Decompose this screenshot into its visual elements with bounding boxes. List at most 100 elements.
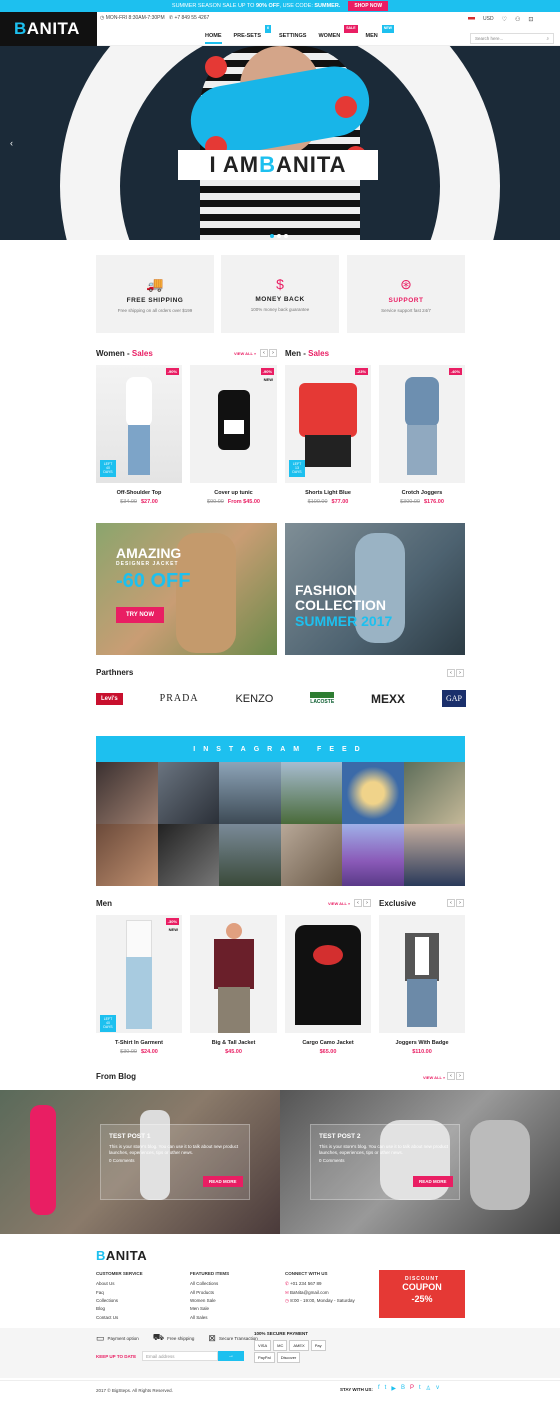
instagram-photo[interactable] xyxy=(342,762,404,824)
newsletter-email-input[interactable]: Email address xyxy=(142,1351,218,1361)
snapchat-icon[interactable]: ♙ xyxy=(426,1385,431,1392)
nav-settings[interactable]: SETTINGS xyxy=(279,33,307,44)
vimeo-icon[interactable]: v xyxy=(436,1385,439,1392)
product-image[interactable]: -40% xyxy=(379,365,465,483)
nav-men[interactable]: MENNEW xyxy=(366,25,394,44)
product-name[interactable]: Big & Tall Jacket xyxy=(190,1040,277,1046)
product-image[interactable] xyxy=(379,915,465,1033)
carousel-arrows[interactable]: ‹ › xyxy=(260,349,277,357)
product-image[interactable] xyxy=(285,915,371,1033)
footer-link[interactable]: About Us xyxy=(96,1280,143,1288)
footer-email[interactable]: BaNita@gmail.com xyxy=(290,1290,329,1295)
instagram-photo[interactable] xyxy=(403,824,465,886)
instagram-photo[interactable] xyxy=(157,762,219,824)
product-name[interactable]: Shorts Light Blue xyxy=(285,490,371,496)
next-arrow-icon[interactable]: › xyxy=(456,669,464,677)
view-all-link[interactable]: VIEW ALL » xyxy=(423,1075,445,1080)
next-arrow-icon[interactable]: › xyxy=(269,349,277,357)
prev-arrow-icon[interactable]: ‹ xyxy=(447,899,455,907)
blog-post-title[interactable]: TEST POST 2 xyxy=(319,1133,451,1140)
carousel-arrows[interactable]: ‹ › xyxy=(447,899,464,907)
currency-select[interactable]: USD xyxy=(483,16,494,23)
instagram-photo[interactable] xyxy=(157,824,219,886)
try-now-button[interactable]: TRY NOW xyxy=(116,607,164,623)
footer-link[interactable]: Women Sale xyxy=(190,1297,229,1305)
product-image[interactable]: -23% LEFT 13 DAYS xyxy=(285,365,371,483)
hero-slider[interactable]: ‹ xyxy=(0,46,560,240)
read-more-button[interactable]: READ MORE xyxy=(203,1176,243,1187)
instagram-photo[interactable] xyxy=(403,762,465,824)
product-image[interactable]: -30% NEW LEFT 40 DAYS xyxy=(96,915,182,1033)
instagram-photo[interactable] xyxy=(219,824,281,886)
behance-icon[interactable]: B xyxy=(401,1385,405,1392)
next-arrow-icon[interactable]: › xyxy=(456,899,464,907)
footer-link[interactable]: All Sales xyxy=(190,1314,229,1322)
youtube-icon[interactable]: ▶ xyxy=(391,1385,396,1392)
prev-arrow-icon[interactable]: ‹ xyxy=(447,669,455,677)
instagram-photo[interactable] xyxy=(280,824,342,886)
product-name[interactable]: Cover up tunic xyxy=(190,490,277,496)
instagram-photo[interactable] xyxy=(280,762,342,824)
view-all-link[interactable]: VIEW ALL » xyxy=(328,901,350,906)
search-icon[interactable]: ⌕ xyxy=(546,36,549,41)
footer-link[interactable]: Blog xyxy=(96,1305,143,1313)
blog-comments[interactable]: 0 Comments xyxy=(319,1158,451,1164)
lacoste-logo[interactable]: LACOSTE xyxy=(310,692,335,705)
logo[interactable]: B ANITA xyxy=(0,12,97,46)
mexx-logo[interactable]: MEXX xyxy=(371,692,405,706)
promo-banner-jacket[interactable]: AMAZING DESIGNER JACKET -60 OFF TRY NOW xyxy=(96,523,277,655)
slider-dots[interactable] xyxy=(270,234,288,238)
prev-arrow-icon[interactable]: ‹ xyxy=(354,899,362,907)
twitter-icon[interactable]: t xyxy=(385,1385,387,1392)
next-arrow-icon[interactable]: › xyxy=(456,1072,464,1080)
prev-arrow-icon[interactable]: ‹ xyxy=(447,1072,455,1080)
read-more-button[interactable]: READ MORE xyxy=(413,1176,453,1187)
cart-icon[interactable]: ⊡ xyxy=(528,16,533,23)
heart-icon[interactable]: ♡ xyxy=(502,16,507,23)
shop-now-button[interactable]: SHOP NOW xyxy=(348,1,389,11)
newsletter-submit-button[interactable]: → xyxy=(218,1351,244,1361)
view-all-link[interactable]: VIEW ALL » xyxy=(234,351,256,356)
nav-women[interactable]: WOMENSALE xyxy=(318,25,358,44)
footer-phone[interactable]: +01 234 567 89 xyxy=(290,1281,321,1286)
footer-link[interactable]: Faq xyxy=(96,1289,143,1297)
product-image[interactable]: -90% LEFT 40 DAYS xyxy=(96,365,182,483)
blog-comments[interactable]: 0 Comments xyxy=(109,1158,241,1164)
tumblr-icon[interactable]: t xyxy=(419,1385,421,1392)
instagram-photo[interactable] xyxy=(96,824,158,886)
footer-link[interactable]: All Products xyxy=(190,1289,229,1297)
slider-prev-arrow[interactable]: ‹ xyxy=(10,138,13,148)
gap-logo[interactable]: GAP xyxy=(441,690,466,707)
product-name[interactable]: Crotch Joggers xyxy=(379,490,465,496)
pinterest-icon[interactable]: P xyxy=(410,1385,414,1392)
product-name[interactable]: T-Shirt In Garment xyxy=(96,1040,182,1046)
nav-presets[interactable]: PRE-SETS6 xyxy=(234,25,271,44)
carousel-arrows[interactable]: ‹ › xyxy=(354,899,371,907)
footer-link[interactable]: Collections xyxy=(96,1297,143,1305)
instagram-photo[interactable] xyxy=(219,762,281,824)
partners-arrows[interactable]: ‹ › xyxy=(447,669,464,677)
footer-link[interactable]: Contact Us xyxy=(96,1314,143,1322)
product-name[interactable]: Cargo Camo Jacket xyxy=(285,1040,371,1046)
blog-post-title[interactable]: TEST POST 1 xyxy=(109,1133,241,1140)
levis-logo[interactable]: Levi's xyxy=(96,692,123,705)
facebook-icon[interactable]: f xyxy=(378,1385,380,1392)
kenzo-logo[interactable]: KENZO xyxy=(235,693,273,705)
product-name[interactable]: Joggers With Badge xyxy=(379,1040,465,1046)
search-input[interactable]: Search here... ⌕ xyxy=(470,33,554,44)
prev-arrow-icon[interactable]: ‹ xyxy=(260,349,268,357)
product-image[interactable]: -90% NEW xyxy=(190,365,277,483)
footer-logo[interactable]: BANITA xyxy=(96,1248,147,1263)
discount-coupon[interactable]: DISCOUNT COUPON -25% xyxy=(379,1270,465,1318)
instagram-photo[interactable] xyxy=(342,824,404,886)
instagram-photo[interactable] xyxy=(96,762,158,824)
flag-icon[interactable] xyxy=(468,17,475,22)
prada-logo[interactable]: PRADA xyxy=(160,693,199,704)
promo-banner-collection[interactable]: FASHION COLLECTION SUMMER 2017 xyxy=(285,523,465,655)
next-arrow-icon[interactable]: › xyxy=(363,899,371,907)
footer-link[interactable]: All Collections xyxy=(190,1280,229,1288)
user-icon[interactable]: ⚇ xyxy=(515,16,520,23)
carousel-arrows[interactable]: ‹ › xyxy=(447,1072,464,1080)
product-image[interactable] xyxy=(190,915,277,1033)
product-name[interactable]: Off-Shoulder Top xyxy=(96,490,182,496)
